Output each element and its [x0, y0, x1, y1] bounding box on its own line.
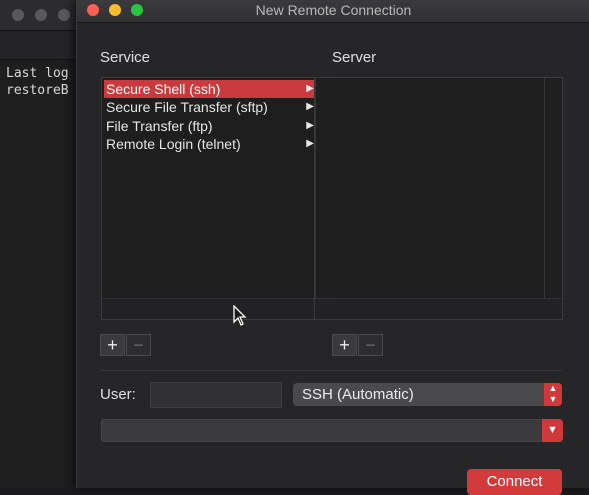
service-item-label: Secure File Transfer (sftp): [106, 99, 268, 115]
service-list-footer: [102, 298, 314, 319]
server-list-footer: [315, 298, 562, 319]
up-down-chevron-icon[interactable]: ▲ ▼: [544, 383, 562, 406]
user-field[interactable]: [150, 382, 282, 408]
service-item-label: File Transfer (ftp): [106, 118, 213, 134]
service-item-sftp[interactable]: Secure File Transfer (sftp) ▶: [104, 98, 314, 116]
connect-button[interactable]: Connect: [467, 469, 562, 495]
chevron-right-icon: ▶: [306, 138, 314, 149]
command-combobox[interactable]: [101, 419, 562, 442]
chevron-down-icon[interactable]: ▼: [542, 419, 563, 442]
mouse-cursor-icon: [233, 305, 247, 326]
terminal-line: restoreB: [6, 83, 69, 98]
service-heading: Service: [100, 49, 151, 66]
server-list-gutter: [315, 78, 333, 319]
window-title: New Remote Connection: [255, 2, 412, 18]
service-list[interactable]: Secure Shell (ssh) ▶ Secure File Transfe…: [101, 77, 315, 320]
server-add-remove: + −: [332, 334, 384, 356]
service-item-ssh[interactable]: Secure Shell (ssh) ▶: [104, 80, 314, 98]
terminal-minimize-button[interactable]: [35, 9, 47, 21]
remove-server-button[interactable]: −: [358, 334, 383, 356]
service-item-ftp[interactable]: File Transfer (ftp) ▶: [104, 117, 314, 135]
user-label: User:: [100, 386, 136, 403]
divider: [101, 370, 562, 371]
chevron-right-icon: ▶: [306, 101, 314, 112]
server-list[interactable]: [314, 77, 563, 320]
add-service-button[interactable]: +: [100, 334, 125, 356]
service-add-remove: + −: [100, 334, 152, 356]
protocol-select[interactable]: SSH (Automatic) ▲ ▼: [293, 383, 562, 406]
terminal-output[interactable]: Last log restoreB: [6, 65, 69, 99]
chevron-right-icon: ▶: [306, 83, 314, 94]
protocol-select-value: SSH (Automatic): [302, 386, 414, 403]
new-remote-connection-dialog: New Remote Connection Service Server Sec…: [76, 0, 589, 495]
add-server-button[interactable]: +: [332, 334, 357, 356]
terminal-line: Last log: [6, 66, 69, 81]
terminal-close-button[interactable]: [12, 9, 24, 21]
chevron-right-icon: ▶: [306, 120, 314, 131]
dialog-titlebar: New Remote Connection: [77, 0, 589, 23]
terminal-zoom-button[interactable]: [58, 9, 70, 21]
service-item-label: Remote Login (telnet): [106, 136, 241, 152]
server-heading: Server: [332, 49, 377, 66]
remove-service-button[interactable]: −: [126, 334, 151, 356]
service-item-label: Secure Shell (ssh): [106, 81, 221, 97]
server-list-scrollbar[interactable]: [544, 78, 562, 319]
service-item-telnet[interactable]: Remote Login (telnet) ▶: [104, 135, 314, 153]
